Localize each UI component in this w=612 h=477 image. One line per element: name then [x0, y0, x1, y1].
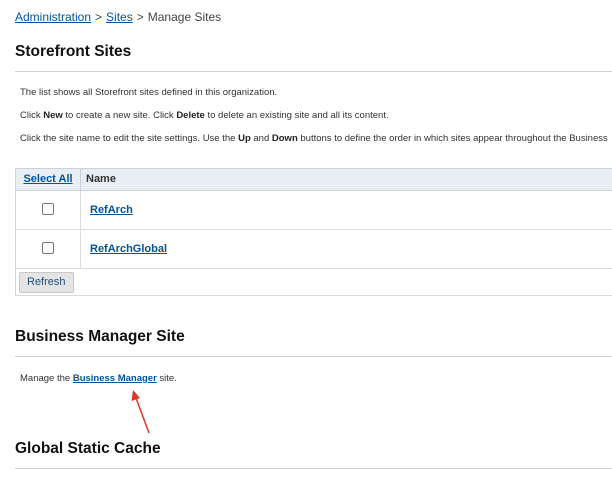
section-divider	[15, 468, 612, 469]
annotation-arrow-icon	[131, 390, 150, 434]
global-static-cache-heading: Global Static Cache	[15, 440, 161, 457]
